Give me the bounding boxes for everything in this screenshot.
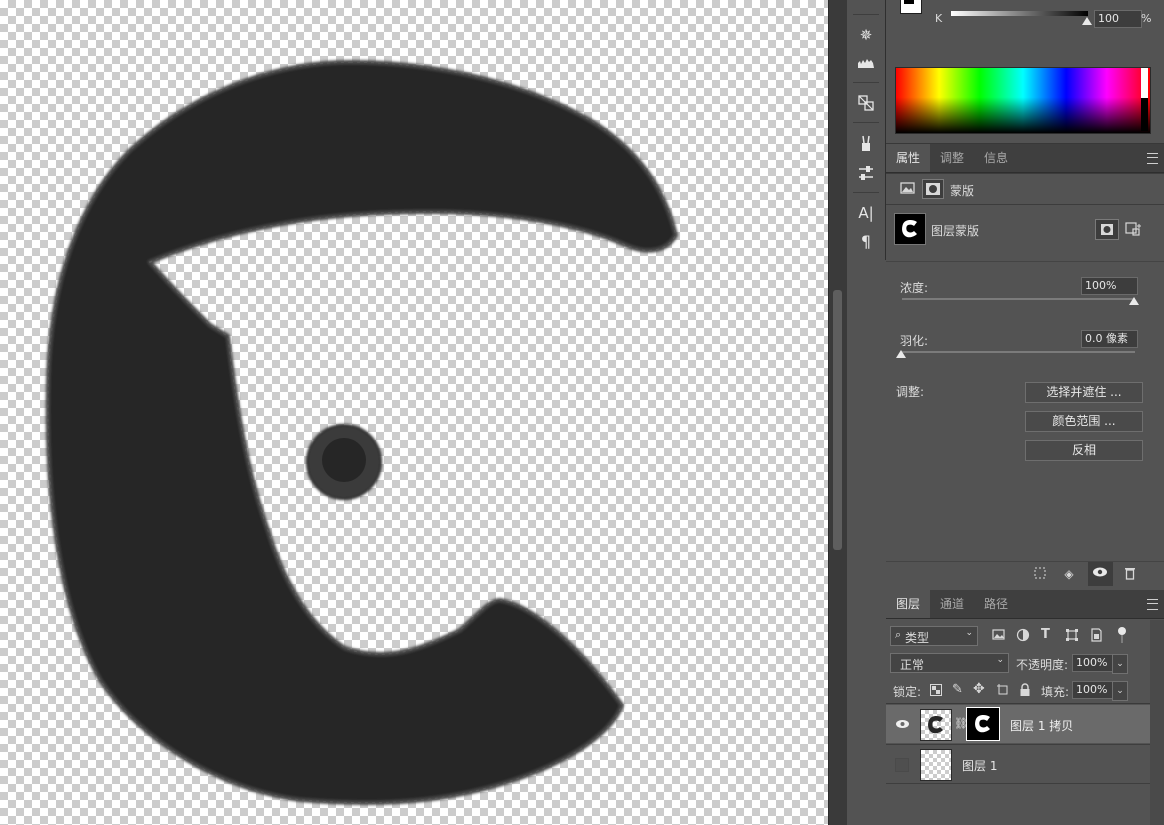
layers-menu-icon[interactable] [1147,599,1158,610]
select-mask-button[interactable] [1095,219,1119,240]
document-canvas[interactable] [0,0,828,825]
dot-core [322,438,366,482]
filter-pixel-icon[interactable] [992,628,1006,642]
filter-smart-object-icon[interactable] [1089,628,1103,642]
tab-info[interactable]: 信息 [974,144,1018,172]
channel-label: K [935,12,943,25]
fill-dropdown-icon[interactable]: ⌄ [1112,681,1128,701]
layer-row-copy[interactable]: ⛓ 图层 1 拷贝 [886,705,1150,743]
density-slider[interactable] [902,298,1135,300]
k-slider-handle[interactable] [1082,17,1092,25]
feather-field[interactable]: 0.0 像素 [1081,330,1138,348]
chevron-down-icon: ⌄ [996,655,1004,665]
mask-title: 图层蒙版 [931,224,980,238]
tab-properties[interactable]: 属性 [886,144,931,172]
opacity-dropdown-icon[interactable]: ⌄ [1112,654,1128,674]
adjust-sliders-icon[interactable] [853,162,879,184]
layers-scrollbar[interactable] [1150,620,1164,825]
filter-kind-select[interactable]: ⌕ 类型 ⌄ [890,626,978,646]
spectrum-black-bar[interactable] [1141,98,1148,131]
character-icon[interactable]: A| [853,202,879,224]
load-selection-icon[interactable] [1031,566,1049,582]
filter-toggle-icon[interactable] [1116,626,1128,644]
brush-presets-icon[interactable] [853,132,879,154]
color-brush-icon[interactable]: ✵ [853,24,879,46]
panel-icon-strip: ✵ A| ¶ [847,0,886,260]
density-label: 浓度: [900,281,929,295]
paragraph-icon[interactable]: ¶ [853,230,879,252]
filter-adjustment-icon[interactable] [1016,628,1030,642]
feather-label: 羽化: [900,334,929,348]
strip-separator [853,122,879,123]
properties-tab-bar: 属性 调整 信息 [886,144,1164,173]
layer-name[interactable]: 图层 1 [962,757,997,774]
lock-label: 锁定: [893,685,922,699]
mask-type-label: 蒙版 [950,184,975,198]
select-and-mask-button[interactable]: 选择并遮住 ... [1025,382,1143,403]
feather-slider[interactable] [902,351,1135,353]
3d-material-icon[interactable] [853,92,879,114]
opacity-field[interactable]: 100% [1072,654,1116,672]
opacity-label: 不透明度: [1016,658,1069,672]
spectrum-white-bar[interactable] [1141,68,1148,98]
invert-button[interactable]: 反相 [1025,440,1143,461]
layer-row-base[interactable]: 图层 1 [886,744,1150,783]
lock-transparent-pixels-icon[interactable] [930,684,942,696]
lock-artboard-icon[interactable] [997,684,1009,696]
color-panel: K 100 % [886,0,1164,144]
canvas-scrollbar[interactable] [828,0,847,825]
tab-paths[interactable]: 路径 [974,590,1018,618]
tab-channels[interactable]: 通道 [930,590,974,618]
k-value-field[interactable]: 100 [1094,10,1142,28]
blend-mode-value: 正常 [900,658,925,672]
mask-thumbnail[interactable] [894,213,926,245]
scrollbar-thumb[interactable] [833,290,842,550]
canvas-artwork [45,60,678,805]
color-spectrum-ramp[interactable] [895,67,1151,134]
layer-name[interactable]: 图层 1 拷贝 [1010,717,1073,734]
strip-separator [853,14,879,15]
lock-image-pixels-icon[interactable]: ✎ [952,682,963,697]
layer-thumbnail[interactable] [920,709,952,741]
lock-position-icon[interactable]: ✥ [973,681,985,697]
adjust-label: 调整: [896,385,925,399]
filter-shape-icon[interactable] [1065,628,1079,642]
swatch-inner [904,0,914,4]
blend-mode-select[interactable]: 正常 ⌄ [890,653,1009,673]
k-slider-track[interactable] [951,11,1088,16]
search-icon: ⌕ [895,628,902,641]
layers-tab-bar: 图层 通道 路径 [886,590,1164,619]
vector-mask-icon[interactable] [1124,220,1142,238]
layer-thumbnail[interactable] [920,749,952,781]
tab-adjustments[interactable]: 调整 [930,144,974,172]
fill-label: 填充: [1041,685,1070,699]
delete-mask-icon[interactable] [1121,566,1139,582]
feather-slider-handle[interactable] [896,350,906,358]
strip-separator [853,82,879,83]
panel-menu-icon[interactable] [1147,153,1158,164]
density-slider-handle[interactable] [1129,297,1139,305]
tab-layers[interactable]: 图层 [886,590,931,618]
histogram-icon[interactable] [853,52,879,74]
strip-separator [853,192,879,193]
density-field[interactable]: 100% [1081,277,1138,295]
chevron-down-icon: ⌄ [965,628,973,638]
eye-icon[interactable] [895,718,910,730]
visibility-toggle[interactable] [895,758,909,772]
pixel-mask-icon[interactable] [899,180,917,196]
lock-all-icon[interactable] [1019,683,1031,697]
layer-mask-thumbnail[interactable] [966,707,1000,741]
filter-type-icon[interactable]: T [1041,627,1050,642]
fill-field[interactable]: 100% [1072,681,1116,699]
eye-icon[interactable] [1091,566,1109,582]
layer-mask-icon[interactable] [922,179,944,199]
filter-kind-value: 类型 [905,631,930,645]
apply-mask-icon[interactable]: ◈ [1060,566,1078,582]
color-range-button[interactable]: 颜色范围 ... [1025,411,1143,432]
percent-sign: % [1141,12,1152,25]
